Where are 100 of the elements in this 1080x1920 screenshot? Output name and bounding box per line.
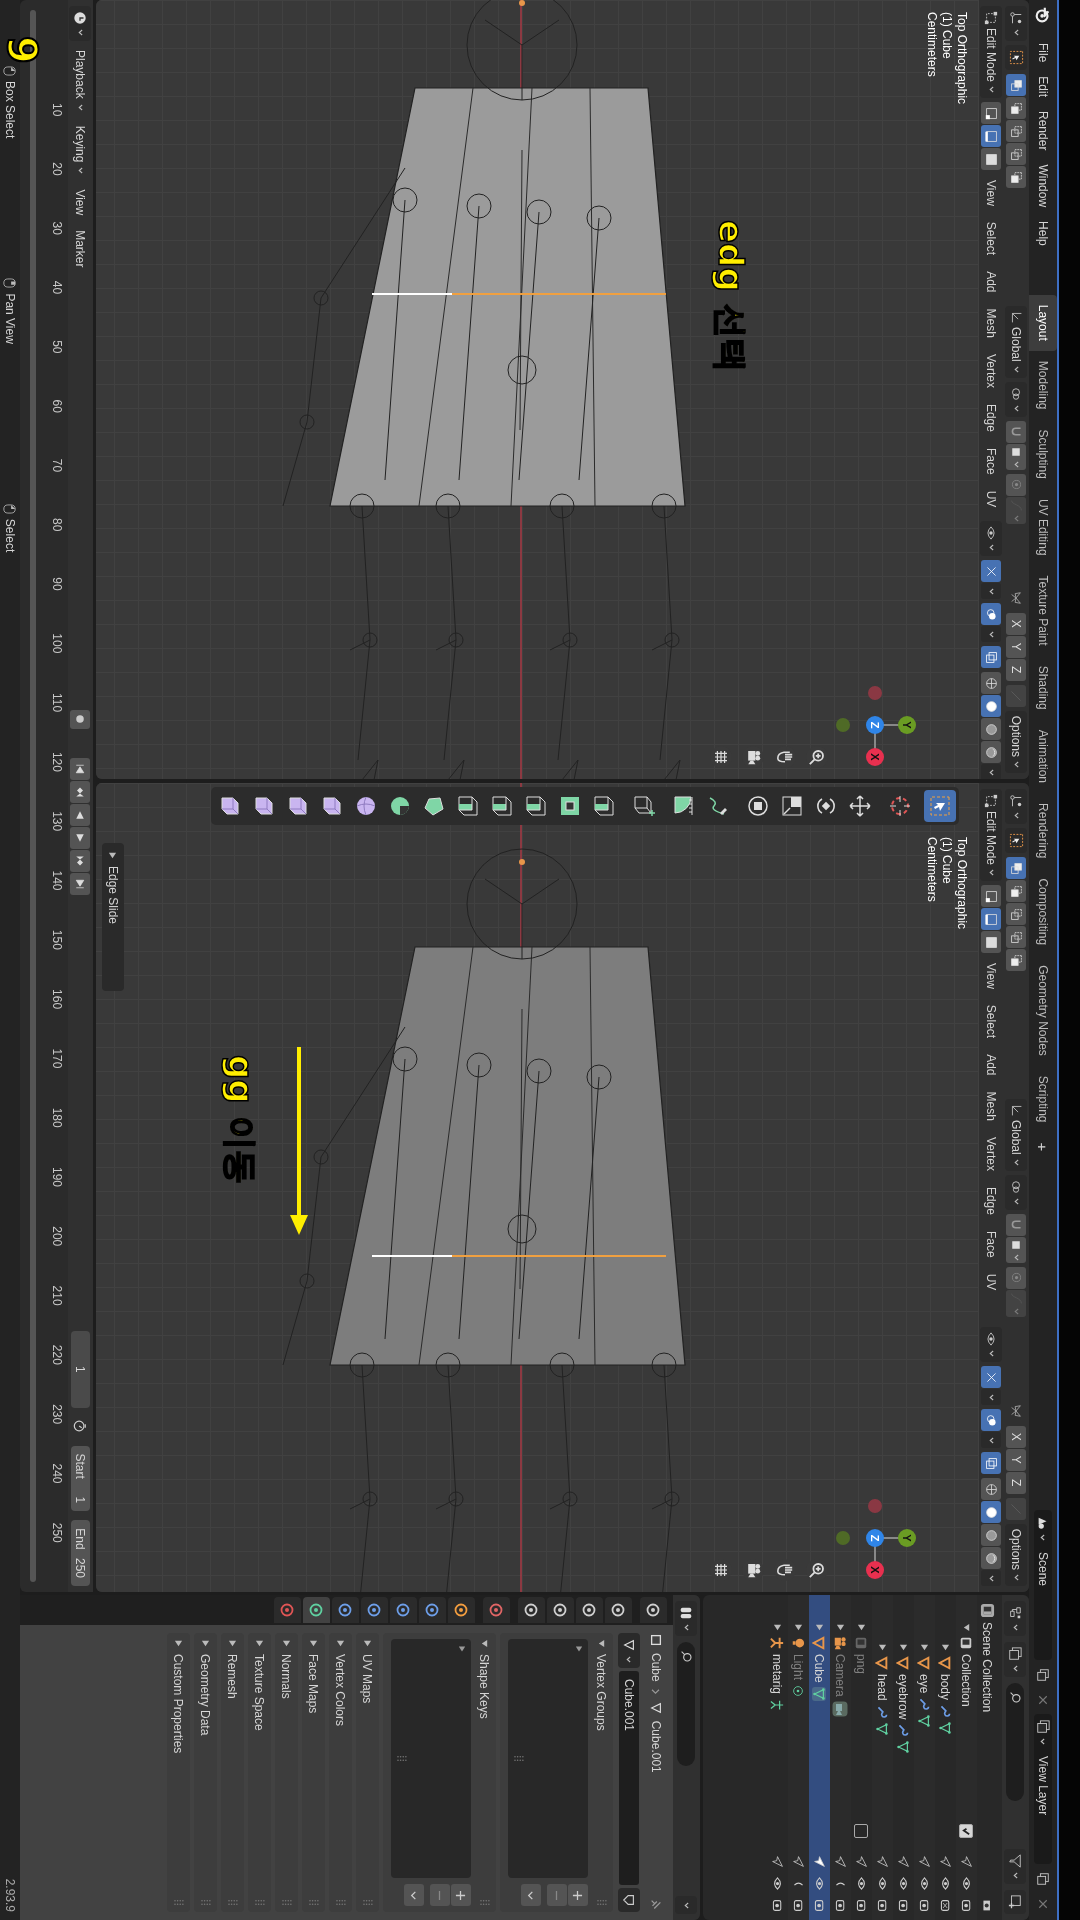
menu-item[interactable]: Select (984, 215, 999, 262)
frame-number: 10 (50, 101, 64, 119)
frame-number: 140 (50, 869, 64, 893)
menu-item[interactable]: Mesh (984, 1085, 999, 1127)
operator-panel-title: Edge Slide (106, 866, 120, 925)
menu-item[interactable]: Vertex (984, 347, 999, 394)
menu-item[interactable]: Window (1036, 157, 1050, 215)
menu-dropdown[interactable]: Playback (73, 44, 88, 117)
properties-panel[interactable]: Face Maps (302, 1633, 325, 1912)
mirror-axis-toggle[interactable]: Z (1006, 1471, 1027, 1494)
outliner-item-name[interactable]: metarig (770, 1654, 785, 1694)
frame-number: 30 (50, 220, 64, 237)
workspace-tab[interactable]: Sculpting (1029, 419, 1057, 489)
panel-title: Custom Properties (171, 1654, 186, 1754)
axis-label[interactable]: X (866, 1561, 884, 1579)
panel-title: Face Maps (306, 1654, 321, 1714)
axis-label[interactable]: Z (866, 716, 884, 734)
panel-title: Geometry Data (198, 1654, 213, 1736)
outliner-item-name[interactable]: Cube (812, 1654, 827, 1683)
object-name: Cube (649, 1653, 663, 1682)
menu-item[interactable]: Render (1036, 104, 1050, 158)
menu-item[interactable]: Add (984, 265, 999, 299)
menu-item[interactable]: View (73, 183, 88, 222)
outliner-item-name[interactable]: eye (917, 1674, 932, 1694)
frame-number: 50 (50, 339, 64, 356)
menu-item[interactable]: UV (984, 1267, 999, 1297)
workspace-tab[interactable]: Shading (1029, 655, 1057, 720)
start-frame-field[interactable]: Start 1 (71, 1445, 90, 1512)
outliner-item-name[interactable]: body (938, 1674, 953, 1701)
menu-item[interactable]: Help (1036, 214, 1050, 253)
options-dropdown[interactable]: Options (1005, 1523, 1028, 1586)
menu-item[interactable]: Mesh (984, 302, 999, 344)
workspace-tab[interactable]: Rendering (1029, 793, 1057, 869)
workspace-tab[interactable]: Scripting (1029, 1065, 1057, 1133)
mesh-name-field[interactable]: Cube.001 (619, 1671, 639, 1885)
orientation-dropdown[interactable]: Global (1005, 1099, 1028, 1171)
properties-panel[interactable]: Geometry Data (194, 1633, 217, 1912)
outliner-item-name[interactable]: Scene Collection (980, 1622, 995, 1713)
scene-selector[interactable]: Scene (1034, 1510, 1052, 1660)
mode-dropdown[interactable]: Edit Mode (980, 789, 1003, 882)
end-frame-field[interactable]: End 250 (71, 1520, 90, 1586)
workspace-tab[interactable]: Geometry Nodes (1029, 955, 1057, 1066)
mirror-axis-toggle[interactable]: Z (1006, 658, 1027, 681)
menu-item[interactable]: UV (984, 484, 999, 514)
outliner-item-name[interactable]: head (875, 1674, 890, 1701)
axis-label[interactable]: X (866, 748, 884, 766)
outliner-item-name[interactable]: Camera (833, 1654, 848, 1697)
current-frame-field[interactable]: 1 (71, 1331, 90, 1408)
menu-item[interactable]: Face (984, 441, 999, 481)
properties-panel[interactable]: Remesh (221, 1633, 244, 1912)
menu-item[interactable]: File (1036, 36, 1050, 70)
menu-item[interactable]: View (984, 957, 999, 995)
menu-item[interactable]: Edit (1036, 69, 1050, 105)
view-layer-selector[interactable]: View Layer (1034, 1714, 1052, 1864)
workspace-tab[interactable]: UV Editing (1029, 488, 1057, 566)
workspace-tab[interactable]: Animation (1029, 719, 1057, 794)
viewport-info-text: (1) Cube (939, 12, 954, 61)
frame-number: 120 (50, 750, 64, 774)
panel-title: Texture Space (252, 1654, 267, 1731)
frame-number: 60 (50, 398, 64, 415)
properties-panel[interactable]: UV Maps (356, 1633, 379, 1912)
workspace-tab[interactable]: Layout (1029, 294, 1057, 351)
properties-panel[interactable]: Vertex Colors (329, 1633, 352, 1912)
operator-panel[interactable]: Edge Slide (102, 843, 124, 991)
menu-item[interactable]: Vertex (984, 1130, 999, 1177)
properties-panel[interactable]: Normals (275, 1633, 298, 1912)
viewport-info-text: Centimeters (924, 12, 939, 79)
workspace-tab[interactable]: Texture Paint (1029, 565, 1057, 656)
axis-label[interactable]: Y (898, 1529, 916, 1547)
menu-item[interactable]: Add (984, 1048, 999, 1082)
mirror-axis-toggle[interactable]: X (1006, 612, 1027, 635)
menu-item[interactable]: View (984, 174, 999, 212)
mirror-axis-toggle[interactable]: Y (1006, 1448, 1027, 1471)
menu-item[interactable]: Select (984, 998, 999, 1045)
outliner-item-name[interactable]: eyebrow (896, 1674, 911, 1720)
workspace-tab[interactable]: Modeling (1029, 350, 1057, 420)
properties-panel[interactable]: Texture Space (248, 1633, 271, 1912)
axis-label[interactable]: Z (866, 1529, 884, 1547)
menu-item[interactable]: Edge (984, 1180, 999, 1221)
outliner-item-name[interactable]: Collection (959, 1654, 974, 1707)
mesh-name: Cube.001 (649, 1720, 663, 1773)
frame-number: 160 (50, 988, 64, 1012)
mirror-axis-toggle[interactable]: X (1006, 1425, 1027, 1448)
axis-label[interactable]: Y (898, 716, 916, 734)
mode-dropdown[interactable]: Edit Mode (980, 6, 1003, 99)
options-dropdown[interactable]: Options (1005, 710, 1028, 773)
workspace-tab[interactable]: Compositing (1029, 868, 1057, 956)
orientation-dropdown[interactable]: Global (1005, 306, 1028, 378)
menu-item[interactable]: Edge (984, 397, 999, 438)
outliner-item-name[interactable]: Light (791, 1654, 806, 1681)
add-workspace-button[interactable]: + (1029, 1132, 1057, 1162)
menu-item[interactable]: Face (984, 1224, 999, 1264)
properties-panel[interactable]: Vertex Groups (500, 1633, 613, 1912)
frame-number: 110 (50, 692, 64, 715)
outliner-item-name[interactable]: png (854, 1654, 869, 1675)
properties-panel[interactable]: Shape Keys (383, 1633, 496, 1912)
properties-panel[interactable]: Custom Properties (167, 1633, 190, 1912)
menu-item[interactable]: Marker (73, 224, 88, 274)
menu-dropdown[interactable]: Keying (73, 119, 88, 181)
mirror-axis-toggle[interactable]: Y (1006, 635, 1027, 658)
